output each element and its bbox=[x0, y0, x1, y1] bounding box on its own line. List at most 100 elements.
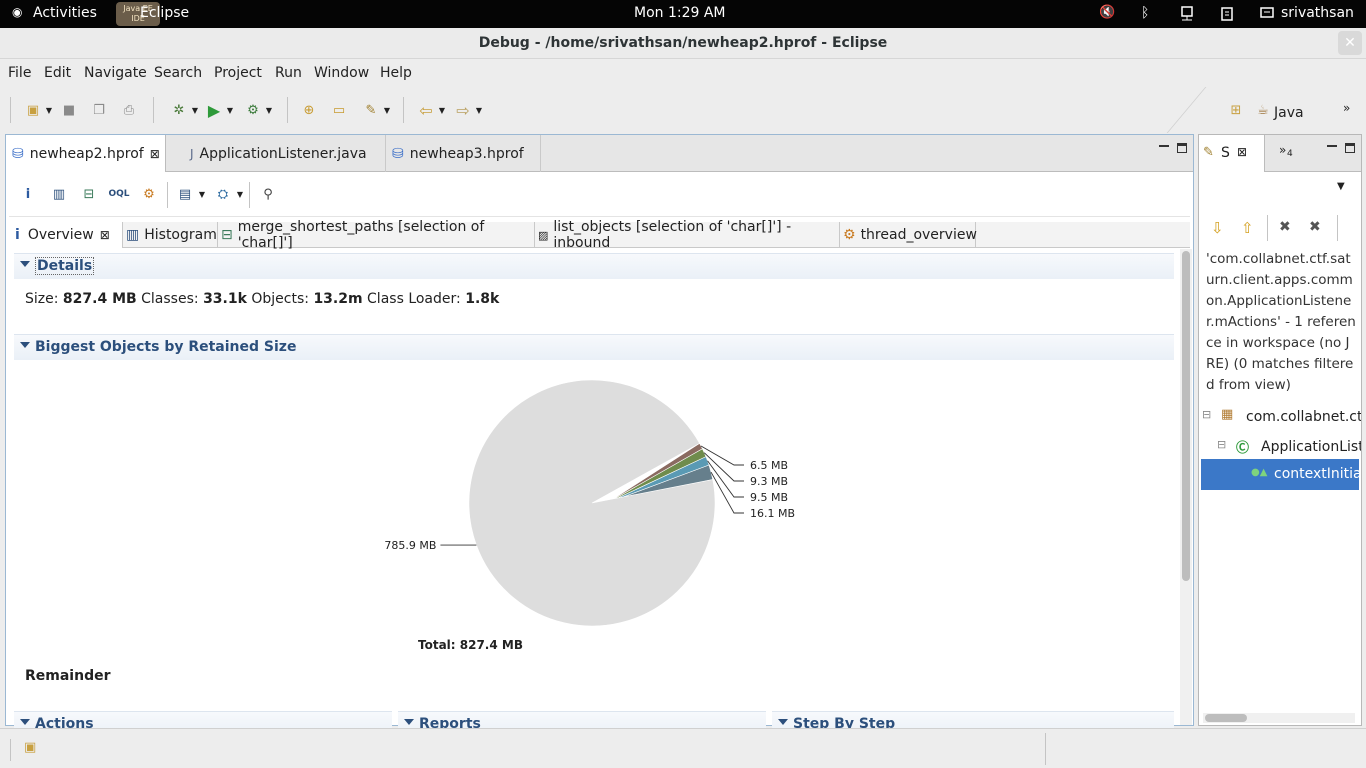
collapse-triangle-icon[interactable] bbox=[20, 719, 30, 725]
menu-help[interactable]: Help bbox=[380, 65, 412, 81]
bluetooth-icon[interactable]: ᛒ bbox=[1141, 5, 1149, 21]
more-views-icon[interactable]: » bbox=[1279, 143, 1286, 157]
user-menu[interactable]: srivathsan bbox=[1281, 5, 1354, 21]
maximize-view-icon[interactable] bbox=[1345, 143, 1355, 153]
tab-label: newheap2.hprof bbox=[29, 145, 144, 162]
tab-thread-overview[interactable]: ⚙ thread_overview bbox=[840, 222, 977, 248]
objects-label: Objects: bbox=[251, 291, 309, 307]
menu-file[interactable]: File bbox=[8, 65, 31, 81]
view-menu-chevron-icon[interactable]: ▼ bbox=[1337, 181, 1345, 192]
java-file-icon: J bbox=[190, 146, 194, 161]
tab-list-objects[interactable]: ▨ list_objects [selection of 'char[]'] -… bbox=[535, 219, 840, 251]
scrollbar-thumb[interactable] bbox=[1182, 251, 1190, 581]
toolbar-separator bbox=[249, 182, 250, 208]
hidden-views-count: 4 bbox=[1287, 149, 1293, 159]
clipboard-icon[interactable] bbox=[1220, 6, 1234, 22]
toolbar-separator bbox=[153, 97, 154, 123]
minimize-editor-icon[interactable] bbox=[1159, 145, 1169, 147]
tree-node-method-selected[interactable]: ●▲ contextInitia bbox=[1201, 459, 1359, 490]
biggest-objects-section-header[interactable]: Biggest Objects by Retained Size bbox=[14, 334, 1174, 360]
biggest-objects-heading: Biggest Objects by Retained Size bbox=[35, 339, 297, 355]
open-type-icon[interactable]: ⊕ bbox=[298, 101, 320, 119]
window-close-button[interactable]: ✕ bbox=[1338, 31, 1362, 55]
pie-slice[interactable] bbox=[468, 379, 716, 627]
overview-vertical-scrollbar[interactable] bbox=[1180, 249, 1192, 725]
overview-info-icon[interactable]: i bbox=[17, 185, 39, 203]
collapse-triangle-icon[interactable] bbox=[20, 261, 30, 267]
tree-node-label: ApplicationListe bbox=[1261, 439, 1361, 455]
query-dropdown-chevron-icon[interactable]: ▼ bbox=[229, 185, 251, 203]
objects-value: 13.2m bbox=[313, 291, 363, 307]
collapse-triangle-icon[interactable] bbox=[778, 719, 788, 725]
print-icon[interactable]: ⎙ bbox=[118, 101, 140, 119]
fast-view-icon[interactable]: ▣ bbox=[24, 740, 36, 755]
back-dropdown-chevron-icon[interactable]: ▼ bbox=[431, 101, 453, 119]
tab-applicationlistener-java[interactable]: J ApplicationListener.java bbox=[184, 135, 384, 172]
previous-match-arrow-icon[interactable]: ⇧ bbox=[1241, 219, 1254, 237]
forward-dropdown-chevron-icon[interactable]: ▼ bbox=[468, 101, 490, 119]
size-value: 827.4 MB bbox=[62, 291, 137, 307]
menu-navigate[interactable]: Navigate bbox=[84, 65, 147, 81]
app-menu-eclipse[interactable]: Eclipse bbox=[140, 5, 189, 21]
maximize-editor-icon[interactable] bbox=[1177, 143, 1187, 153]
new-dropdown-chevron-icon[interactable]: ▼ bbox=[38, 101, 60, 119]
more-perspectives-icon[interactable]: » bbox=[1343, 101, 1350, 115]
external-tools-dropdown-chevron-icon[interactable]: ▼ bbox=[258, 101, 280, 119]
close-tab-icon[interactable]: ⊠ bbox=[100, 228, 110, 242]
tab-label: Overview bbox=[27, 227, 94, 243]
report-dropdown-chevron-icon[interactable]: ▼ bbox=[191, 185, 213, 203]
save-icon[interactable]: ■ bbox=[58, 101, 80, 119]
tree-node-class[interactable]: ⊟ Ⓒ ApplicationListe bbox=[1199, 432, 1361, 462]
next-match-arrow-icon[interactable]: ⇩ bbox=[1211, 219, 1224, 237]
tree-node-package[interactable]: ⊟ ▦ com.collabnet.ctf bbox=[1199, 402, 1361, 432]
close-tab-icon[interactable]: ⊠ bbox=[150, 147, 160, 161]
toolbar-separator bbox=[1267, 215, 1268, 241]
details-heading[interactable]: Details bbox=[35, 257, 95, 275]
volume-muted-icon[interactable]: 🔇 bbox=[1099, 5, 1115, 20]
java-perspective-icon[interactable]: ☕ bbox=[1252, 101, 1274, 119]
package-icon: ▦ bbox=[1221, 407, 1234, 422]
toolbar-separator bbox=[403, 97, 404, 123]
run-dropdown-chevron-icon[interactable]: ▼ bbox=[219, 101, 241, 119]
tab-overview[interactable]: i Overview ⊠ bbox=[9, 222, 123, 248]
thread-overview-icon[interactable]: ⚙ bbox=[138, 185, 160, 203]
menu-search[interactable]: Search bbox=[154, 65, 202, 81]
clock[interactable]: Mon 1:29 AM bbox=[634, 5, 726, 21]
remove-all-matches-icon[interactable]: ✖ bbox=[1309, 219, 1321, 235]
minimize-view-icon[interactable] bbox=[1327, 145, 1337, 147]
tab-search[interactable]: ✎ S ⊠ bbox=[1199, 135, 1265, 172]
menu-edit[interactable]: Edit bbox=[44, 65, 71, 81]
histogram-icon[interactable]: ▥ bbox=[48, 185, 70, 203]
remove-match-icon[interactable]: ✖ bbox=[1279, 219, 1291, 235]
collapse-tree-icon[interactable]: ⊟ bbox=[1202, 408, 1211, 421]
dominator-tree-icon[interactable]: ⊟ bbox=[78, 185, 100, 203]
collapse-triangle-icon[interactable] bbox=[20, 342, 30, 348]
search-flashlight-icon: ✎ bbox=[1203, 145, 1214, 160]
open-perspective-icon[interactable]: ⊞ bbox=[1225, 101, 1247, 119]
collapse-tree-icon[interactable]: ⊟ bbox=[1217, 438, 1226, 451]
java-perspective-label[interactable]: Java bbox=[1274, 105, 1304, 121]
close-tab-icon[interactable]: ⊠ bbox=[1237, 145, 1247, 159]
details-section-header[interactable]: Details bbox=[14, 253, 1174, 279]
menu-run[interactable]: Run bbox=[275, 65, 302, 81]
open-folder-icon[interactable]: ▭ bbox=[328, 101, 350, 119]
menu-project[interactable]: Project bbox=[214, 65, 262, 81]
menu-window[interactable]: Window bbox=[314, 65, 369, 81]
oql-icon[interactable]: OQL bbox=[108, 185, 130, 203]
toolbar-separator bbox=[287, 97, 288, 123]
collapse-triangle-icon[interactable] bbox=[404, 719, 414, 725]
save-all-icon[interactable]: ❐ bbox=[88, 101, 110, 119]
tab-label: S bbox=[1221, 145, 1230, 161]
activities-button[interactable]: Activities bbox=[33, 5, 97, 21]
network-icon[interactable] bbox=[1180, 6, 1194, 22]
find-object-search-icon[interactable]: ⚲ bbox=[257, 185, 279, 203]
tab-merge-shortest-paths[interactable]: ⊟ merge_shortest_paths [selection of 'ch… bbox=[218, 219, 535, 251]
tab-newheap3-hprof[interactable]: ⛁ newheap3.hprof bbox=[385, 135, 541, 172]
search-dropdown-chevron-icon[interactable]: ▼ bbox=[376, 101, 398, 119]
tab-histogram[interactable]: ▥ Histogram bbox=[123, 222, 218, 248]
gnome-foot-icon: ◉ bbox=[12, 5, 23, 19]
scrollbar-thumb[interactable] bbox=[1205, 714, 1247, 722]
tab-newheap2-hprof[interactable]: ⛁ newheap2.hprof ⊠ bbox=[6, 135, 166, 172]
retained-size-pie-chart[interactable]: 16.1 MB 9.5 MB 9.3 MB 6.5 MB 785.9 MB bbox=[346, 375, 846, 631]
horizontal-scrollbar[interactable] bbox=[1203, 713, 1355, 723]
